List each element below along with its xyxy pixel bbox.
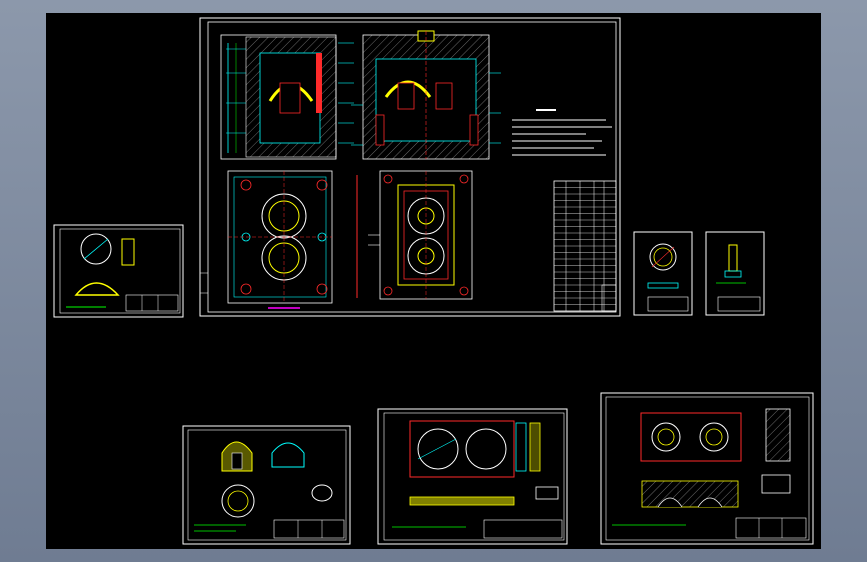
plan-view-right (368, 170, 473, 300)
cad-model-space[interactable] (46, 13, 821, 549)
sheet-part-bottom-left[interactable] (182, 425, 351, 545)
section-view-left (220, 34, 354, 160)
technical-notes (512, 109, 612, 156)
section-view-right (351, 30, 501, 160)
sheet-main-assembly[interactable] (199, 17, 621, 317)
sheet-part-small-left[interactable] (53, 224, 184, 318)
plan-view-left (227, 170, 333, 309)
application-frame (0, 0, 867, 562)
cad-drawing (53, 17, 814, 545)
sheet-part-bottom-right[interactable] (600, 392, 814, 545)
sheet-part-small-right-a[interactable] (633, 231, 693, 316)
sheet-part-bottom-middle[interactable] (377, 408, 568, 545)
parts-list-table (553, 180, 617, 312)
sheet-part-small-right-b[interactable] (705, 231, 765, 316)
